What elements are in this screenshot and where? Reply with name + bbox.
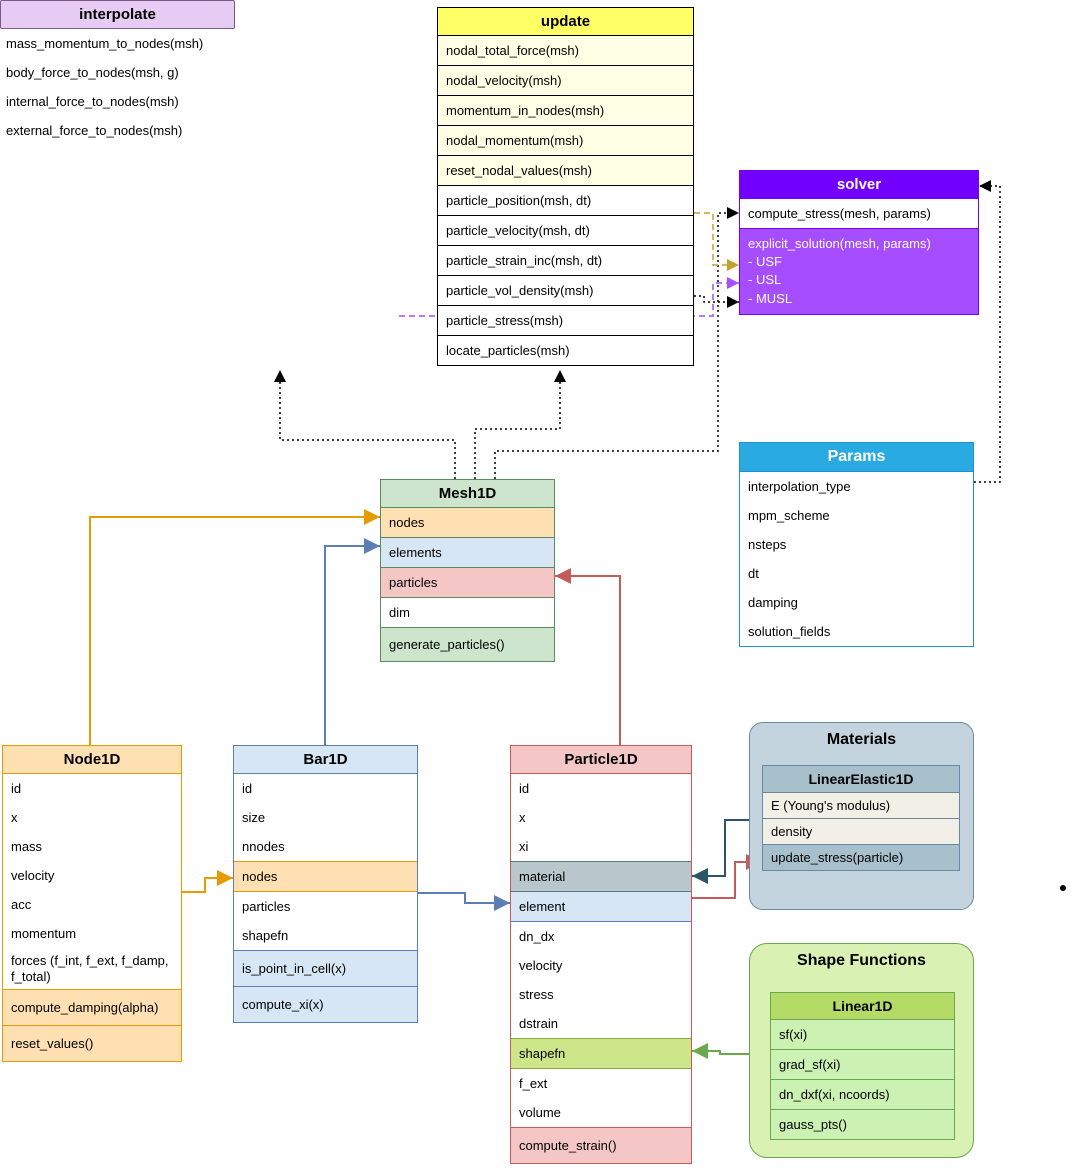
row: damping	[740, 588, 973, 617]
bar1d-box: Bar1D id size nnodes nodes particles sha…	[233, 745, 418, 1023]
row: internal_force_to_nodes(msh)	[0, 87, 235, 116]
row: nsteps	[740, 530, 973, 559]
linear1d-title: Linear1D	[771, 993, 954, 1020]
row: particle_strain_inc(msh, dt)	[438, 246, 693, 276]
row: stress	[511, 980, 691, 1009]
method: compute_strain()	[511, 1127, 691, 1163]
row: dstrain	[511, 1009, 691, 1038]
row: volume	[511, 1098, 691, 1127]
method: compute_damping(alpha)	[3, 989, 181, 1025]
dot-icon	[1060, 885, 1066, 891]
row: interpolation_type	[740, 472, 973, 501]
linear1d-box: Linear1D sf(xi) grad_sf(xi) dn_dxf(xi, n…	[770, 992, 955, 1140]
update-title: update	[438, 8, 693, 36]
row: dt	[740, 559, 973, 588]
row: sf(xi)	[771, 1020, 954, 1050]
method: is_point_in_cell(x)	[234, 950, 417, 986]
interpolate-box: interpolate mass_momentum_to_nodes(msh) …	[0, 0, 235, 145]
bar1d-title: Bar1D	[234, 746, 417, 774]
mesh-particles: particles	[381, 568, 554, 598]
row: x	[3, 803, 181, 832]
row: mass_momentum_to_nodes(msh)	[0, 29, 235, 58]
particle-shapefn: shapefn	[511, 1038, 691, 1069]
row: acc	[3, 890, 181, 919]
row: particle_position(msh, dt)	[438, 186, 693, 216]
row: body_force_to_nodes(msh, g)	[0, 58, 235, 87]
row: particle_vol_density(msh)	[438, 276, 693, 306]
shapefunctions-title: Shape Functions	[750, 944, 973, 976]
particle-element: element	[511, 892, 691, 922]
row: mpm_scheme	[740, 501, 973, 530]
row: momentum_in_nodes(msh)	[438, 96, 693, 126]
row: size	[234, 803, 417, 832]
block-item: - USL	[748, 271, 970, 289]
row: mass	[3, 832, 181, 861]
particle-material: material	[511, 861, 691, 892]
mesh-generate: generate_particles()	[381, 628, 554, 661]
params-title: Params	[740, 443, 973, 472]
row: momentum	[3, 919, 181, 948]
mesh-dim: dim	[381, 598, 554, 628]
row: dn_dxf(xi, ncoords)	[771, 1080, 954, 1110]
row: gauss_pts()	[771, 1110, 954, 1139]
row-forces: forces (f_int, f_ext, f_damp, f_total)	[3, 948, 181, 989]
method: update_stress(particle)	[763, 845, 959, 870]
row: shapefn	[234, 921, 417, 950]
node1d-title: Node1D	[3, 746, 181, 774]
particle1d-box: Particle1D id x xi material element dn_d…	[510, 745, 692, 1164]
solver-title: solver	[740, 171, 978, 199]
row: reset_nodal_values(msh)	[438, 156, 693, 186]
mesh1d-box: Mesh1D nodes elements particles dim gene…	[380, 479, 555, 662]
bar-nodes: nodes	[234, 861, 417, 892]
block-head: explicit_solution(mesh, params)	[748, 235, 970, 253]
mesh-nodes: nodes	[381, 508, 554, 538]
node1d-box: Node1D id x mass velocity acc momentum f…	[2, 745, 182, 1062]
mesh-elements: elements	[381, 538, 554, 568]
row: solution_fields	[740, 617, 973, 646]
row: nodal_momentum(msh)	[438, 126, 693, 156]
row: E (Young's modulus)	[763, 793, 959, 819]
row: locate_particles(msh)	[438, 336, 693, 365]
row: id	[234, 774, 417, 803]
row: nodal_velocity(msh)	[438, 66, 693, 96]
particle1d-title: Particle1D	[511, 746, 691, 774]
row: particle_stress(msh)	[438, 306, 693, 336]
row: f_ext	[511, 1069, 691, 1098]
solver-box: solver compute_stress(mesh, params) expl…	[739, 170, 979, 315]
row: grad_sf(xi)	[771, 1050, 954, 1080]
row: nnodes	[234, 832, 417, 861]
row: external_force_to_nodes(msh)	[0, 116, 235, 145]
linearelastic-title: LinearElastic1D	[763, 766, 959, 793]
row: dn_dx	[511, 922, 691, 951]
method: compute_xi(x)	[234, 986, 417, 1022]
update-box: update nodal_total_force(msh) nodal_velo…	[437, 7, 694, 366]
row: nodal_total_force(msh)	[438, 36, 693, 66]
params-box: Params interpolation_type mpm_scheme nst…	[739, 442, 974, 647]
row: compute_stress(mesh, params)	[740, 199, 978, 229]
materials-title: Materials	[750, 723, 973, 755]
row: id	[3, 774, 181, 803]
row: velocity	[511, 951, 691, 980]
row: x	[511, 803, 691, 832]
linearelastic1d-box: LinearElastic1D E (Young's modulus) dens…	[762, 765, 960, 871]
row: id	[511, 774, 691, 803]
block-item: - MUSL	[748, 290, 970, 308]
mesh1d-title: Mesh1D	[381, 480, 554, 508]
block-item: - USF	[748, 253, 970, 271]
row: velocity	[3, 861, 181, 890]
method: reset_values()	[3, 1025, 181, 1061]
row: density	[763, 819, 959, 845]
row: xi	[511, 832, 691, 861]
row: particle_velocity(msh, dt)	[438, 216, 693, 246]
interpolate-title: interpolate	[0, 0, 235, 29]
solver-explicit-block: explicit_solution(mesh, params) - USF - …	[740, 229, 978, 314]
row: particles	[234, 892, 417, 921]
